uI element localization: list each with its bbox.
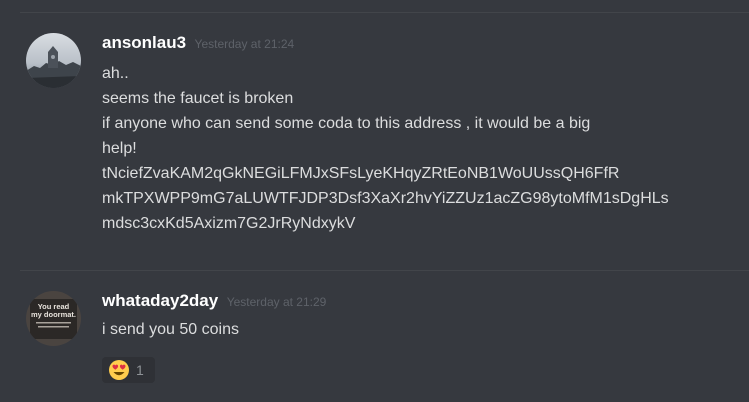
message-text-line: help! [102, 140, 137, 157]
message-text-line: if anyone who can send some coda to this… [102, 115, 591, 132]
heart-eyes-emoji-icon [109, 360, 129, 380]
avatar-doormat-icon: You read my doormat. [26, 291, 81, 346]
message-body: i send you 50 coins [102, 317, 729, 342]
message-divider [20, 12, 749, 13]
reaction-button[interactable]: 1 [102, 357, 155, 383]
reaction-count: 1 [136, 362, 144, 378]
avatar-text: my doormat. [31, 310, 76, 319]
message-content: whataday2day Yesterday at 21:29 i send y… [102, 289, 729, 342]
message-header: whataday2day Yesterday at 21:29 [102, 289, 729, 313]
username[interactable]: whataday2day [102, 291, 218, 310]
message-text-line: tNciefZvaKAM2qGkNEGiLFMJxSFsLyeKHqyZRtEo… [102, 165, 620, 182]
chat-view: ansonlau3 Yesterday at 21:24 ah.. seems … [0, 0, 749, 402]
message-text-line: ah.. [102, 65, 129, 82]
message-text-line: i send you 50 coins [102, 321, 239, 338]
avatar[interactable] [26, 33, 81, 88]
timestamp: Yesterday at 21:24 [194, 37, 295, 51]
message-text-line: mkTPXWPP9mG7aLUWTFJDP3Dsf3XaXr2hvYiZZUz1… [102, 190, 669, 207]
avatar-photo-icon [26, 33, 81, 88]
message-body: ah.. seems the faucet is broken if anyon… [102, 61, 729, 236]
avatar[interactable]: You read my doormat. [26, 291, 81, 346]
timestamp: Yesterday at 21:29 [226, 295, 327, 309]
username[interactable]: ansonlau3 [102, 33, 186, 52]
message-text-line: seems the faucet is broken [102, 90, 294, 107]
message-content: ansonlau3 Yesterday at 21:24 ah.. seems … [102, 31, 729, 236]
message-header: ansonlau3 Yesterday at 21:24 [102, 31, 729, 55]
message-text-line: mdsc3cxKd5Axizm7G2JrRyNdxykV [102, 215, 356, 232]
message-divider [20, 270, 749, 271]
